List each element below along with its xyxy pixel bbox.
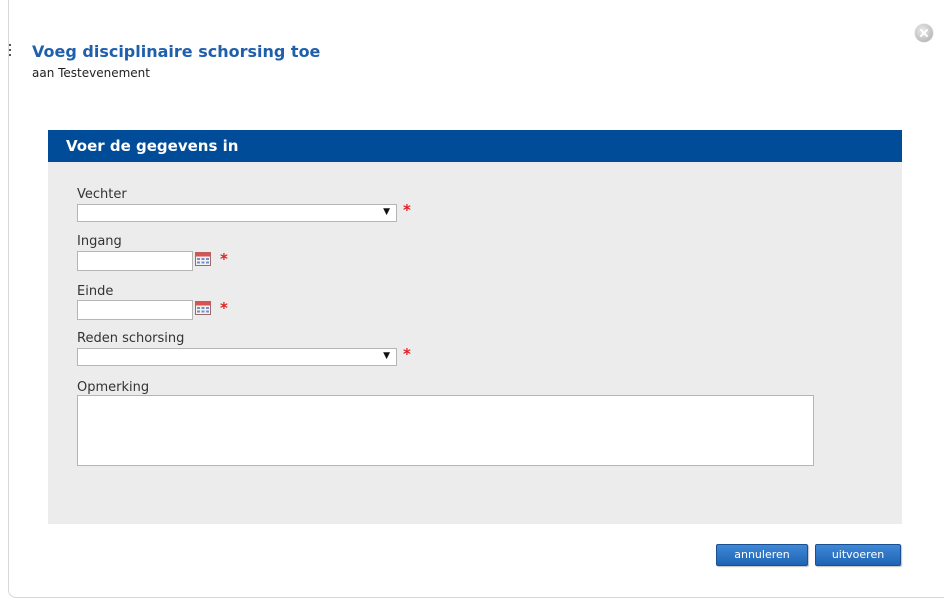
end-date-input[interactable] [77,300,193,320]
remark-label: Opmerking [77,380,150,395]
chevron-down-icon: ▼ [383,207,390,217]
dialog-title: Voeg disciplinaire schorsing toe [32,42,321,61]
calendar-icon[interactable] [195,252,211,266]
close-icon [920,29,928,37]
start-date-input[interactable] [77,251,193,271]
calendar-icon[interactable] [195,301,211,315]
close-button[interactable] [915,24,933,42]
end-required-mark: * [220,299,228,317]
fighter-required-mark: * [403,201,411,219]
fighter-select[interactable]: ▼ [77,204,397,222]
cancel-button[interactable]: annuleren [716,544,808,566]
submit-button[interactable]: uitvoeren [815,544,901,566]
reason-required-mark: * [403,345,411,363]
fighter-value [78,209,81,223]
chevron-down-icon: ▼ [383,351,390,361]
remark-textarea[interactable] [77,395,814,466]
reason-value [78,353,81,367]
end-label: Einde [77,284,114,299]
panel-header: Voer de gegevens in [48,130,902,162]
reason-label: Reden schorsing [77,331,185,346]
start-label: Ingang [77,234,122,249]
drag-handle[interactable] [9,44,11,62]
reason-select[interactable]: ▼ [77,348,397,366]
fighter-label: Vechter [77,187,127,202]
dialog-subtitle: aan Testevenement [32,66,150,80]
start-required-mark: * [220,250,228,268]
